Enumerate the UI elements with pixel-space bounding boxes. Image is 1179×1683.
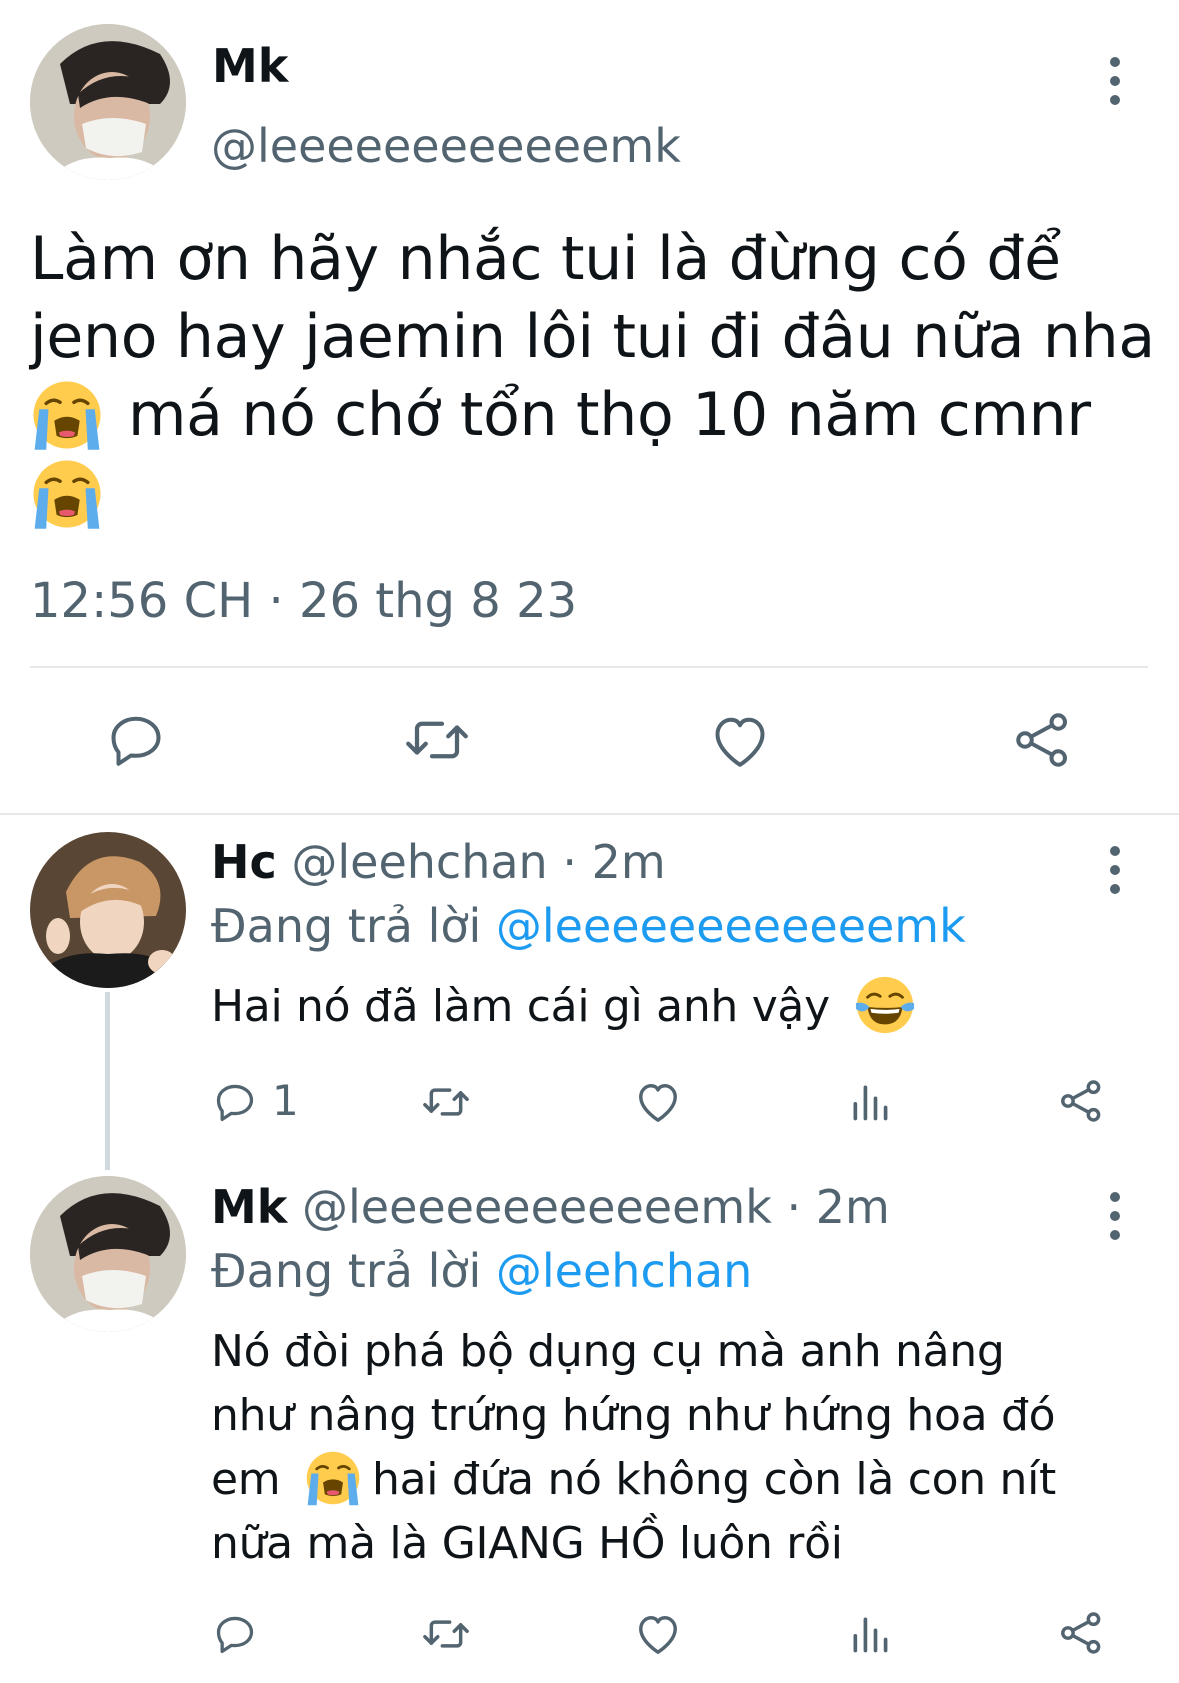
loudly-crying-face-emoji [30, 378, 104, 452]
reply-text: Nó đòi phá bộ dụng cụ mà anh nâng như nâ… [211, 1320, 1166, 1576]
reply-header: Mk @leeeeeeeeeeeemk · 2m [211, 1179, 890, 1235]
replying-to-prefix: Đang trả lời [211, 899, 482, 953]
replying-to-mention[interactable]: @leehchan [496, 1244, 752, 1298]
reply-header: Hc @leehchan · 2m [211, 834, 666, 890]
like-icon[interactable] [635, 1080, 681, 1124]
share-icon[interactable] [1012, 710, 1072, 770]
like-icon[interactable] [710, 712, 770, 770]
tweet-text: Làm ơn hãy nhắc tui là đừng có để jeno h… [30, 220, 1160, 532]
face-with-tears-of-joy-emoji [854, 974, 916, 1036]
author-handle[interactable]: @leeeeeeeeeeeemk [211, 118, 681, 174]
reply-text-line-3: em hai đứa nó không còn là con nít [211, 1448, 1166, 1512]
reply-count: 1 [272, 1076, 299, 1125]
reply-handle[interactable]: @leeeeeeeeeeeemk [302, 1180, 772, 1234]
views-icon[interactable] [848, 1612, 892, 1656]
tweet-text-line-2: jeno hay jaemin lôi tui đi đâu nữa nha [30, 302, 1155, 372]
reply-text-line-4: nữa mà là GIANG HỒ luôn rồi [211, 1518, 843, 1569]
section-divider [0, 813, 1179, 815]
reply-time[interactable]: · 2m [562, 835, 665, 889]
reply-avatar-hc[interactable] [30, 832, 186, 988]
reply-icon[interactable] [213, 1080, 257, 1124]
like-icon[interactable] [635, 1612, 681, 1656]
tweet-text-line-4 [30, 454, 1160, 532]
loudly-crying-face-emoji [304, 1449, 362, 1507]
retweet-icon[interactable] [403, 710, 471, 770]
replying-to-prefix: Đang trả lời [211, 1244, 482, 1298]
more-options-icon[interactable] [1105, 846, 1125, 894]
tweet-text-line-1: Làm ơn hãy nhắc tui là đừng có để [30, 224, 1061, 294]
reply-handle[interactable]: @leehchan [291, 835, 547, 889]
views-icon[interactable] [848, 1080, 892, 1124]
reply-display-name[interactable]: Hc [211, 835, 277, 889]
author-display-name[interactable]: Mk [212, 38, 288, 94]
reply-time[interactable]: · 2m [786, 1180, 889, 1234]
share-icon[interactable] [1058, 1078, 1104, 1124]
divider [30, 666, 1148, 668]
tweet-timestamp[interactable]: 12:56 CH · 26 thg 8 23 [30, 572, 577, 630]
reply-text: Hai nó đã làm cái gì anh vậy [211, 975, 916, 1039]
replying-to-mention[interactable]: @leeeeeeeeeeeemk [496, 899, 966, 953]
reply-text-line-1: Nó đòi phá bộ dụng cụ mà anh nâng [211, 1326, 1005, 1377]
loudly-crying-face-emoji [30, 457, 104, 531]
retweet-icon[interactable] [420, 1612, 472, 1656]
reply-display-name[interactable]: Mk [211, 1180, 287, 1234]
author-avatar[interactable] [30, 24, 186, 180]
more-options-icon[interactable] [1105, 57, 1125, 105]
share-icon[interactable] [1058, 1610, 1104, 1656]
reply-icon[interactable] [213, 1612, 257, 1656]
reply-icon[interactable] [106, 710, 166, 770]
replying-to: Đang trả lời @leehchan [211, 1243, 752, 1299]
thread-connector-line [105, 992, 110, 1170]
replying-to: Đang trả lời @leeeeeeeeeeeemk [211, 898, 966, 954]
reply-avatar-mk[interactable] [30, 1176, 186, 1332]
retweet-icon[interactable] [420, 1080, 472, 1124]
more-options-icon[interactable] [1105, 1192, 1125, 1240]
tweet-text-line-3: má nó chớ tổn thọ 10 năm cmnr [30, 376, 1160, 454]
reply-text-line-2: như nâng trứng hứng như hứng hoa đó [211, 1390, 1056, 1441]
